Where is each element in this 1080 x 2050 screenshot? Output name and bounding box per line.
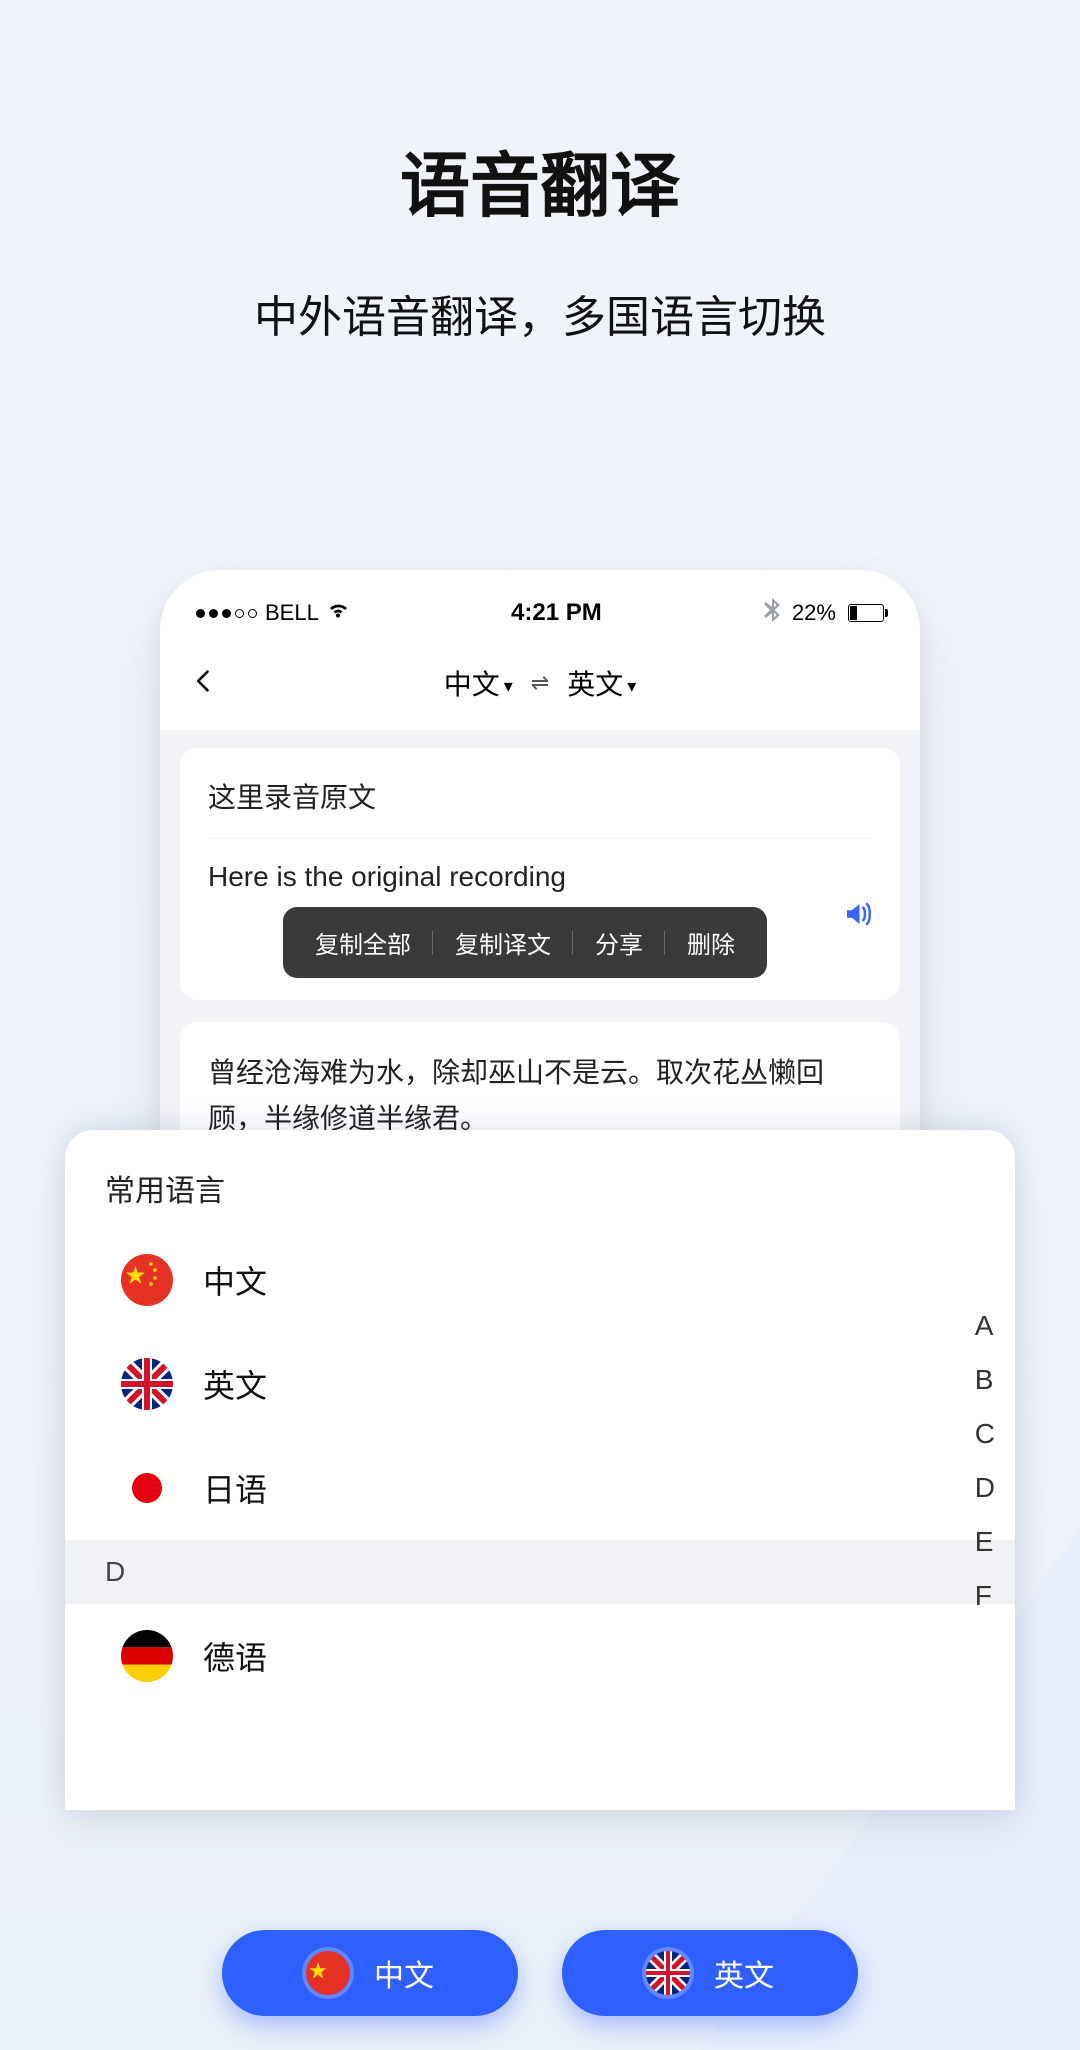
index-letter[interactable]: D — [975, 1472, 995, 1504]
flag-china-icon — [306, 1951, 350, 1995]
index-letter[interactable]: E — [975, 1526, 995, 1558]
index-letter[interactable]: B — [975, 1364, 995, 1396]
flag-china-icon — [121, 1254, 173, 1306]
status-bar: BELL 4:21 PM 22% — [160, 570, 920, 642]
chevron-down-icon: ▾ — [504, 676, 513, 696]
translation-card: 这里录音原文 Here is the original recording 复制… — [180, 748, 900, 1000]
target-text: Here is the original recording — [208, 861, 872, 893]
language-item-chinese[interactable]: 中文 — [65, 1228, 1015, 1332]
share-button[interactable]: 分享 — [573, 925, 665, 960]
wifi-icon — [327, 601, 349, 625]
copy-all-button[interactable]: 复制全部 — [293, 925, 433, 960]
language-label: 日语 — [203, 1465, 267, 1511]
section-letter: D — [65, 1540, 1015, 1604]
flag-japan-icon — [121, 1462, 173, 1514]
lang-to-selector[interactable]: 英文▾ — [567, 663, 636, 703]
flag-uk-icon — [646, 1951, 690, 1995]
language-label: 英文 — [203, 1361, 267, 1407]
copy-translation-button[interactable]: 复制译文 — [433, 925, 573, 960]
time-label: 4:21 PM — [511, 599, 602, 627]
bluetooth-icon — [764, 598, 780, 628]
back-button[interactable] — [190, 662, 240, 704]
flag-germany-icon — [121, 1630, 173, 1682]
swap-icon[interactable]: ⇌ — [531, 670, 549, 696]
language-label: 德语 — [203, 1633, 267, 1679]
language-item-english[interactable]: 英文 — [65, 1332, 1015, 1436]
language-panel: 常用语言 中文 英文 日语 D 德语 A B C D E F — [65, 1130, 1015, 1810]
speak-chinese-button[interactable]: 中文 — [222, 1930, 518, 2016]
language-label: 中文 — [203, 1257, 267, 1303]
index-letter[interactable]: F — [975, 1580, 995, 1612]
chevron-down-icon: ▾ — [627, 676, 636, 696]
bottom-buttons: 中文 英文 — [222, 1930, 858, 2016]
index-letter[interactable]: A — [975, 1310, 995, 1342]
action-popover: 复制全部 复制译文 分享 删除 — [283, 907, 767, 978]
hero-subtitle: 中外语音翻译，多国语言切换 — [0, 281, 1080, 345]
speak-english-button[interactable]: 英文 — [562, 1930, 858, 2016]
lang-from-selector[interactable]: 中文▾ — [444, 663, 513, 703]
index-letter[interactable]: C — [975, 1418, 995, 1450]
hero-title: 语音翻译 — [0, 130, 1080, 231]
battery-pct: 22% — [792, 600, 836, 626]
play-audio-icon[interactable] — [842, 899, 872, 937]
battery-icon — [848, 604, 884, 622]
delete-button[interactable]: 删除 — [665, 925, 757, 960]
button-label: 英文 — [714, 1951, 774, 1995]
alpha-index[interactable]: A B C D E F — [975, 1310, 995, 1612]
button-label: 中文 — [374, 1951, 434, 1995]
phone-mock: BELL 4:21 PM 22% 中文▾ ⇌ 英文▾ 这里录音原文 Here — [160, 570, 920, 1188]
flag-uk-icon — [121, 1358, 173, 1410]
language-item-german[interactable]: 德语 — [65, 1604, 1015, 1708]
language-item-japanese[interactable]: 日语 — [65, 1436, 1015, 1540]
signal-icon — [196, 609, 257, 618]
source-text: 这里录音原文 — [208, 776, 872, 816]
nav-bar: 中文▾ ⇌ 英文▾ — [160, 642, 920, 730]
panel-header: 常用语言 — [65, 1130, 1015, 1228]
carrier-label: BELL — [265, 600, 319, 626]
